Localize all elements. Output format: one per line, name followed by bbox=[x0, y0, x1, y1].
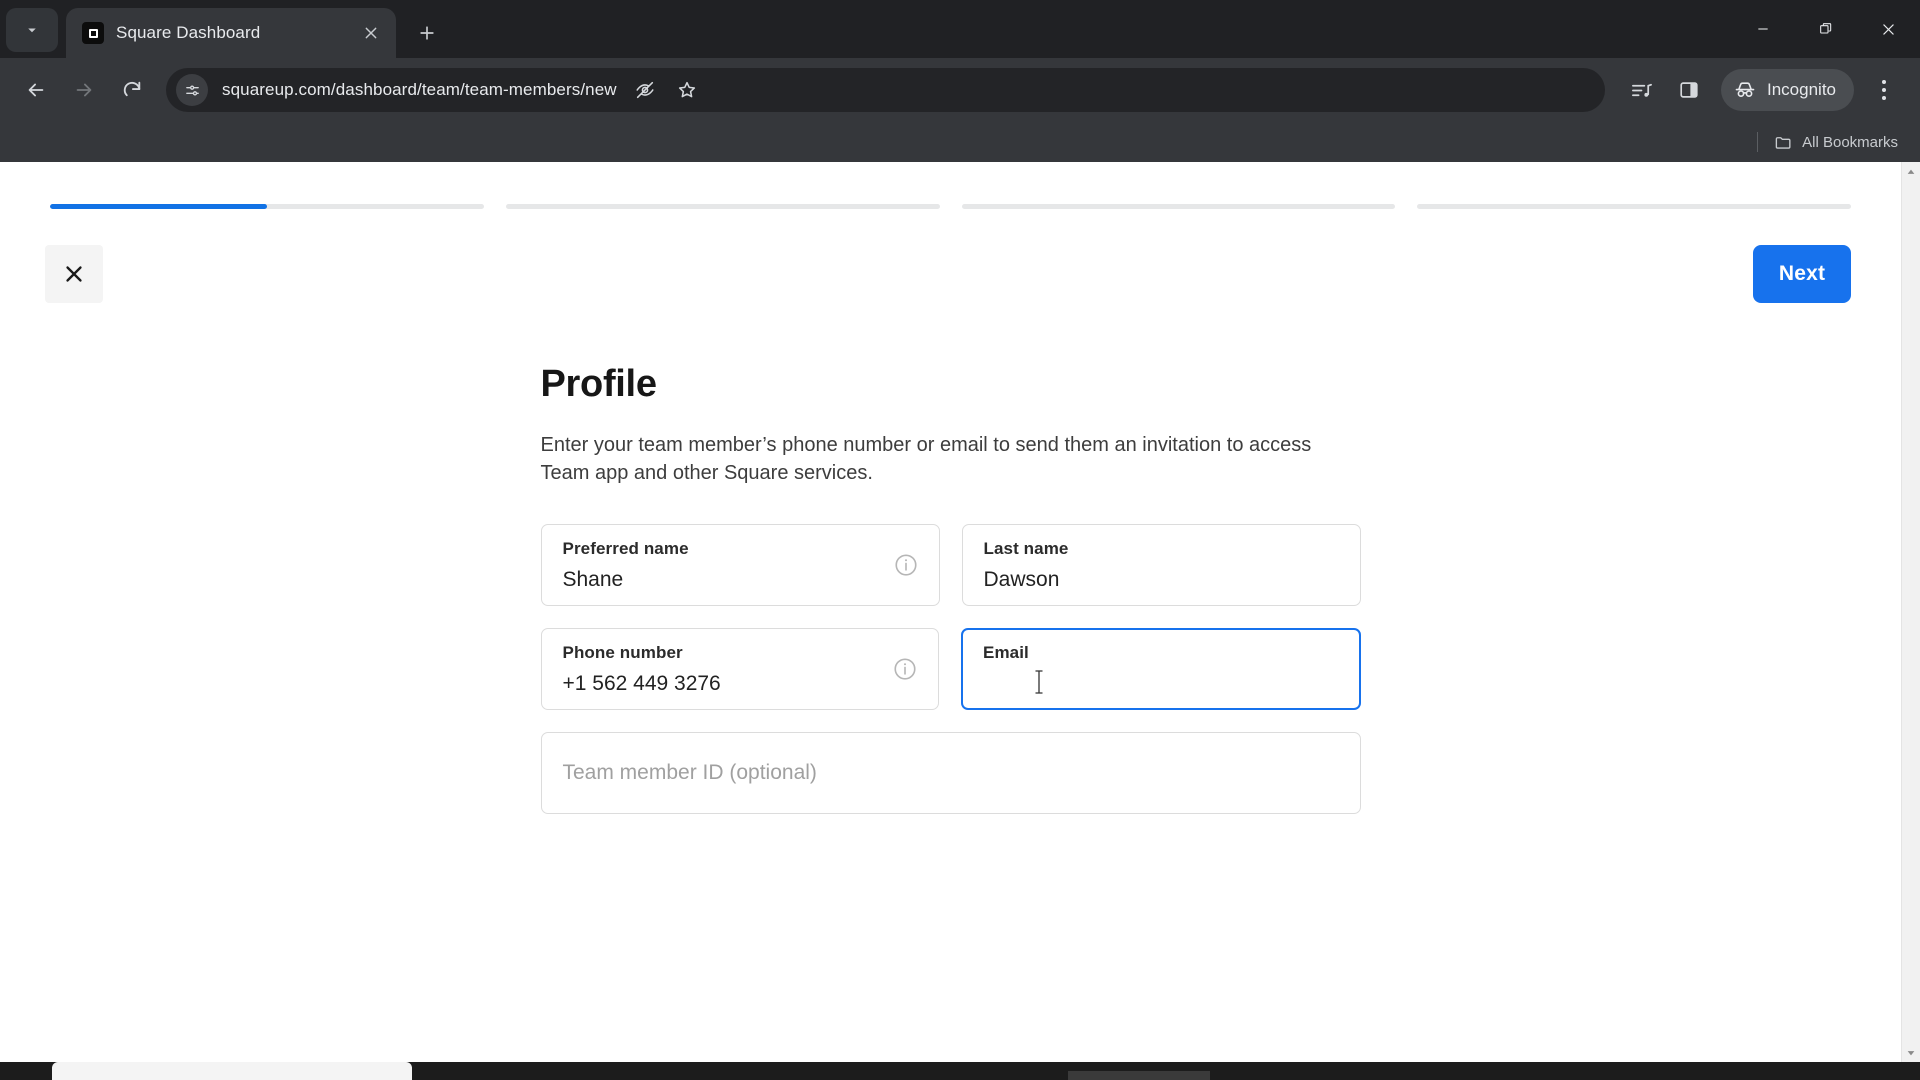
tab-strip: Square Dashboard bbox=[0, 0, 1920, 58]
kebab-menu-icon bbox=[1882, 80, 1886, 84]
bookmarks-bar: All Bookmarks bbox=[0, 122, 1920, 162]
profile-form: Profile Enter your team member’s phone n… bbox=[540, 363, 1361, 814]
browser-tab[interactable]: Square Dashboard bbox=[66, 8, 396, 58]
toolbar-right: Incognito bbox=[1619, 68, 1906, 112]
tab-close-button[interactable] bbox=[356, 18, 386, 48]
onboarding-progress bbox=[0, 162, 1901, 209]
reading-list-button[interactable] bbox=[1619, 68, 1663, 112]
info-icon[interactable] bbox=[893, 552, 919, 578]
phone-number-label: Phone number bbox=[562, 642, 683, 662]
email-label: Email bbox=[983, 642, 1029, 662]
tab-search-button[interactable] bbox=[6, 8, 58, 52]
kebab-menu-icon bbox=[1882, 88, 1886, 92]
team-member-id-field[interactable]: Team member ID (optional) bbox=[540, 731, 1361, 814]
address-bar[interactable]: squareup.com/dashboard/team/team-members… bbox=[166, 68, 1605, 112]
close-wizard-button[interactable] bbox=[45, 245, 103, 303]
back-button[interactable] bbox=[14, 68, 58, 112]
browser-window: Square Dashboard squareup.com/dashboard/… bbox=[0, 0, 1920, 1080]
last-name-field[interactable]: Last name Dawson bbox=[961, 523, 1361, 606]
chevron-up-icon bbox=[1907, 169, 1915, 174]
close-icon bbox=[365, 27, 377, 39]
wizard-header: Next bbox=[0, 209, 1901, 319]
site-info-button[interactable] bbox=[176, 74, 208, 106]
arrow-left-icon bbox=[28, 83, 44, 97]
arrow-right-icon bbox=[76, 83, 92, 97]
incognito-profile-button[interactable]: Incognito bbox=[1721, 69, 1854, 111]
browser-toolbar: squareup.com/dashboard/team/team-members… bbox=[0, 58, 1920, 122]
contact-row: Phone number +1 562 449 3276 Email bbox=[540, 627, 1361, 710]
folder-icon bbox=[1775, 136, 1791, 149]
reload-button[interactable] bbox=[110, 68, 154, 112]
info-icon-glyph bbox=[894, 554, 917, 576]
preferred-name-field[interactable]: Preferred name Shane bbox=[540, 523, 940, 606]
hide-password-button[interactable] bbox=[625, 70, 665, 110]
email-field[interactable]: Email bbox=[961, 627, 1361, 710]
incognito-label: Incognito bbox=[1767, 80, 1836, 99]
close-icon bbox=[66, 266, 82, 282]
info-icon-glyph bbox=[894, 658, 916, 680]
page-content: Next Profile Enter your team member’s ph… bbox=[0, 162, 1901, 1062]
square-logo-icon bbox=[82, 22, 104, 44]
phone-number-field[interactable]: Phone number +1 562 449 3276 bbox=[540, 627, 939, 710]
side-panel-icon bbox=[1680, 82, 1698, 98]
text-cursor-icon bbox=[1033, 668, 1043, 694]
scroll-down-button[interactable] bbox=[1902, 1043, 1920, 1062]
tab-title: Square Dashboard bbox=[116, 23, 261, 42]
playlist-icon bbox=[1631, 83, 1652, 97]
restore-icon bbox=[1819, 23, 1831, 34]
scroll-up-button[interactable] bbox=[1902, 162, 1920, 181]
omnibox-actions bbox=[625, 70, 707, 110]
page-scrollbar[interactable] bbox=[1901, 162, 1920, 1062]
next-button[interactable]: Next bbox=[1753, 245, 1851, 303]
os-taskbar bbox=[0, 1062, 1920, 1080]
new-tab-button[interactable] bbox=[406, 12, 448, 54]
chevron-down-icon bbox=[28, 28, 36, 33]
preferred-name-label: Preferred name bbox=[562, 538, 689, 558]
eye-off-icon bbox=[636, 81, 654, 99]
forward-button[interactable] bbox=[62, 68, 106, 112]
window-close-button[interactable] bbox=[1857, 0, 1920, 58]
page-description: Enter your team member’s phone number or… bbox=[540, 434, 1312, 485]
plus-icon bbox=[420, 26, 434, 40]
all-bookmarks-button[interactable]: All Bookmarks bbox=[1774, 133, 1898, 152]
chevron-down-icon bbox=[1907, 1050, 1915, 1055]
minimize-icon bbox=[1757, 28, 1768, 30]
taskbar-window-preview[interactable] bbox=[52, 1062, 412, 1080]
page-settings-icon bbox=[185, 85, 199, 95]
browser-menu-button[interactable] bbox=[1862, 68, 1906, 112]
minimize-button[interactable] bbox=[1731, 0, 1794, 58]
taskbar-segment bbox=[1068, 1071, 1210, 1080]
window-controls bbox=[1731, 0, 1920, 58]
side-panel-button[interactable] bbox=[1667, 68, 1711, 112]
url-text: squareup.com/dashboard/team/team-members… bbox=[222, 80, 617, 99]
all-bookmarks-label: All Bookmarks bbox=[1802, 133, 1898, 151]
star-icon bbox=[678, 81, 695, 98]
page-viewport: Next Profile Enter your team member’s ph… bbox=[0, 162, 1920, 1062]
bookmarks-divider bbox=[1757, 132, 1759, 152]
bookmark-button[interactable] bbox=[667, 70, 707, 110]
team-member-id-row: Team member ID (optional) bbox=[540, 731, 1361, 814]
last-name-value: Dawson bbox=[983, 568, 1060, 592]
maximize-button[interactable] bbox=[1794, 0, 1857, 58]
close-icon bbox=[1883, 23, 1894, 35]
last-name-label: Last name bbox=[983, 538, 1069, 558]
incognito-icon bbox=[1735, 82, 1755, 97]
team-member-id-placeholder: Team member ID (optional) bbox=[562, 761, 817, 785]
reload-icon bbox=[123, 81, 141, 97]
phone-number-value: +1 562 449 3276 bbox=[562, 672, 721, 696]
info-icon[interactable] bbox=[892, 656, 918, 682]
name-row: Preferred name Shane Last name Dawson bbox=[540, 523, 1361, 606]
page-title: Profile bbox=[540, 363, 657, 405]
preferred-name-value: Shane bbox=[562, 568, 624, 592]
kebab-menu-icon bbox=[1882, 96, 1886, 100]
